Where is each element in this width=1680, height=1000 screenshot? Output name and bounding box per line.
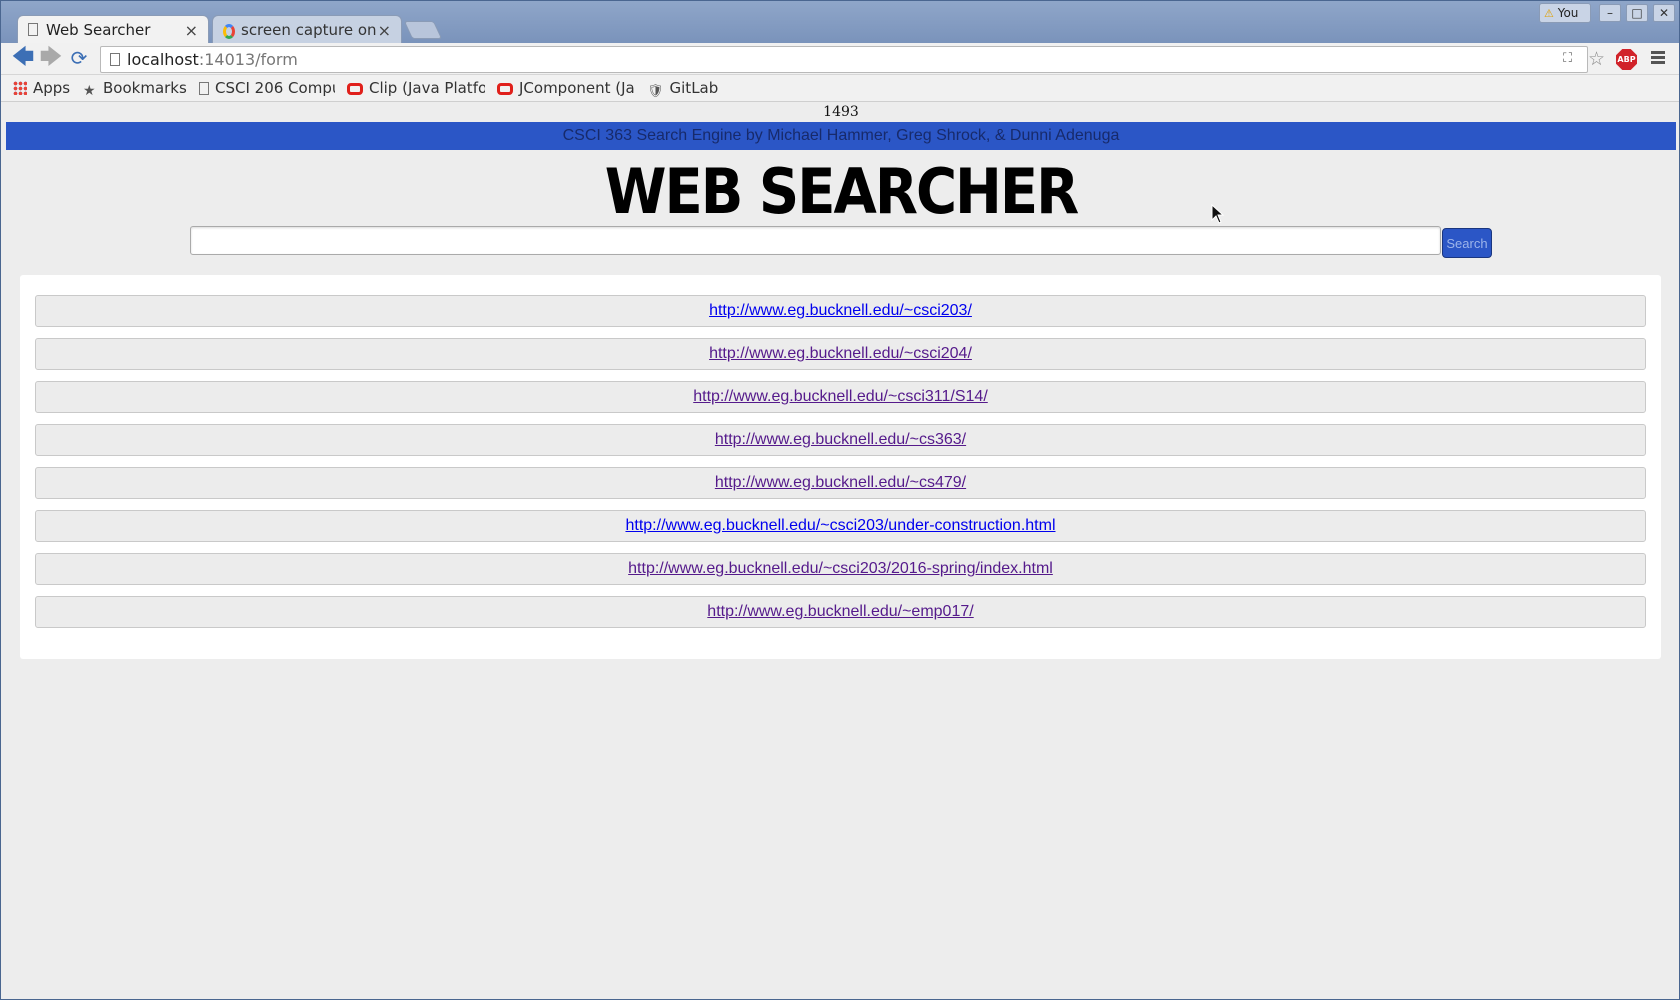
star-icon: ★ [83, 83, 96, 98]
result-link[interactable]: http://www.eg.bucknell.edu/~csci204/ [709, 345, 972, 362]
reload-button[interactable]: ⟳ [67, 47, 91, 71]
result-row: http://www.eg.bucknell.edu/~csci203/unde… [35, 510, 1646, 542]
bookmark-label: GitLab [669, 79, 719, 97]
results-panel: http://www.eg.bucknell.edu/~csci203/ htt… [20, 275, 1661, 659]
result-link[interactable]: http://www.eg.bucknell.edu/~emp017/ [707, 603, 973, 620]
header-banner: CSCI 363 Search Engine by Michael Hammer… [6, 122, 1676, 150]
bookmark-clip[interactable]: Clip (Java Platfo [347, 79, 485, 97]
result-counter: 1493 [823, 104, 859, 120]
result-row: http://www.eg.bucknell.edu/~csci311/S14/ [35, 381, 1646, 413]
profile-button[interactable]: ⚠ You [1539, 3, 1591, 23]
menu-icon[interactable] [1651, 51, 1665, 65]
close-window-button[interactable]: ✕ [1653, 4, 1675, 22]
search-button[interactable]: Search [1442, 228, 1492, 258]
maximize-button[interactable]: □ [1626, 4, 1648, 22]
minimize-button[interactable]: – [1599, 4, 1621, 22]
adblock-icon[interactable]: ABP [1616, 49, 1637, 70]
page-viewport: 1493 CSCI 363 Search Engine by Michael H… [6, 102, 1676, 997]
result-row: http://www.eg.bucknell.edu/~csci204/ [35, 338, 1646, 370]
url-text: localhost:14013/form [127, 50, 298, 69]
result-link[interactable]: http://www.eg.bucknell.edu/~csci203/2016… [628, 560, 1053, 577]
url-host: localhost [127, 50, 199, 69]
bookmark-label: Bookmarks [103, 79, 187, 97]
new-tab-button[interactable] [403, 21, 443, 39]
page-icon [110, 53, 120, 66]
page-icon [199, 82, 209, 95]
bookmark-csci206[interactable]: CSCI 206 Compu [199, 79, 335, 97]
result-row: http://www.eg.bucknell.edu/~cs363/ [35, 424, 1646, 456]
bookmark-label: CSCI 206 Compu [215, 79, 335, 97]
url-path: :14013/form [198, 50, 298, 69]
tab-screen-capture[interactable]: screen capture on l × [212, 15, 402, 44]
result-row: http://www.eg.bucknell.edu/~emp017/ [35, 596, 1646, 628]
warning-icon: ⚠ [1544, 7, 1554, 20]
bookmark-label: Clip (Java Platfo [369, 79, 485, 97]
bookmarks-bar: Apps ★ Bookmarks CSCI 206 Compu Clip (Jav… [1, 75, 1679, 102]
search-input[interactable] [190, 226, 1441, 255]
google-icon [223, 24, 235, 39]
tab-web-searcher[interactable]: Web Searcher × [17, 15, 209, 44]
bookmark-gitlab[interactable]: 🛡 GitLab [647, 79, 718, 99]
mouse-cursor-icon [1211, 204, 1225, 224]
page-title: WEB SEARCHER [604, 156, 1080, 229]
bookmark-star-icon[interactable]: ☆ [1588, 48, 1605, 70]
translate-icon[interactable]: ⛶ [1563, 51, 1572, 66]
back-button[interactable]: 🡄 [11, 47, 35, 71]
tab-label: screen capture on l [241, 21, 381, 39]
close-icon[interactable]: × [378, 16, 391, 44]
oracle-icon [497, 83, 513, 95]
profile-label: You [1557, 6, 1579, 20]
oracle-icon [347, 83, 363, 95]
bookmark-label: JComponent (Ja [519, 79, 635, 97]
apps-grid-icon [13, 81, 27, 95]
tab-strip: Web Searcher × screen capture on l × ⚠ Y… [1, 1, 1679, 44]
forward-button[interactable]: 🡆 [39, 47, 63, 71]
browser-toolbar: 🡄 🡆 ⟳ localhost:14013/form ⛶ ☆ ABP [1, 43, 1679, 75]
page-icon [28, 23, 38, 36]
result-link[interactable]: http://www.eg.bucknell.edu/~csci203/unde… [625, 517, 1055, 534]
close-icon[interactable]: × [185, 16, 198, 44]
result-row: http://www.eg.bucknell.edu/~cs479/ [35, 467, 1646, 499]
tab-label: Web Searcher [46, 21, 151, 39]
result-link[interactable]: http://www.eg.bucknell.edu/~cs479/ [715, 474, 966, 491]
bookmark-label: Apps [33, 79, 71, 97]
browser-window: Web Searcher × screen capture on l × ⚠ Y… [0, 0, 1680, 1000]
bookmark-apps[interactable]: Apps [13, 79, 70, 97]
result-link[interactable]: http://www.eg.bucknell.edu/~csci203/ [709, 302, 972, 319]
result-link[interactable]: http://www.eg.bucknell.edu/~cs363/ [715, 431, 966, 448]
result-row: http://www.eg.bucknell.edu/~csci203/2016… [35, 553, 1646, 585]
address-bar[interactable]: localhost:14013/form ⛶ ☆ [100, 46, 1605, 73]
bookmark-jcomponent[interactable]: JComponent (Ja [497, 79, 635, 97]
result-row: http://www.eg.bucknell.edu/~csci203/ [35, 295, 1646, 327]
gitlab-icon: 🛡 [647, 84, 664, 99]
bookmark-bookmarks[interactable]: ★ Bookmarks [83, 79, 187, 98]
result-link[interactable]: http://www.eg.bucknell.edu/~csci311/S14/ [693, 388, 988, 405]
